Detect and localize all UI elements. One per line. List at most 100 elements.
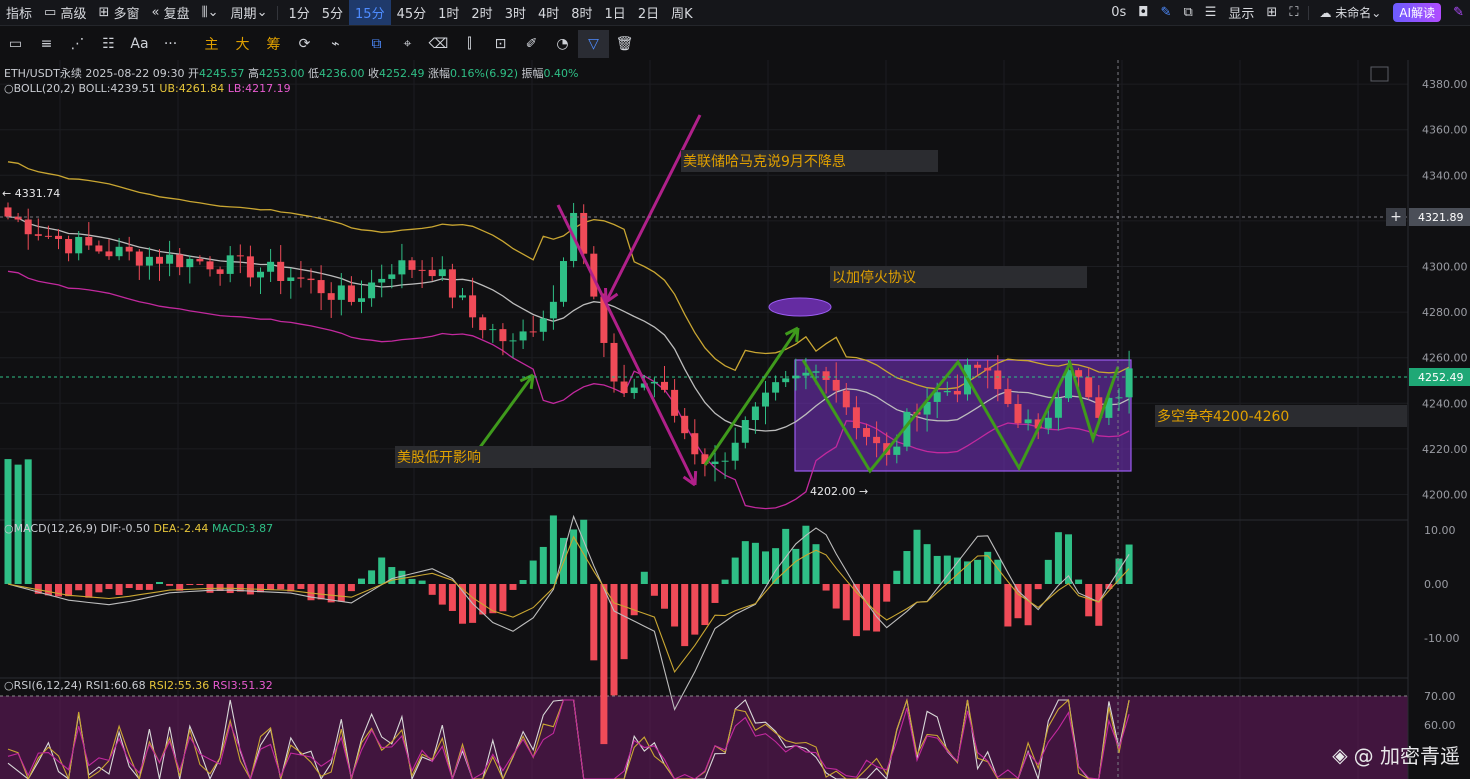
large-order-button[interactable]: 大 [227,30,258,58]
boll-lb-value: LB:4217.19 [227,82,291,95]
multi-window-button[interactable]: ⊞ 多窗 [92,0,145,25]
macd-info: ○MACD(12,26,9) DIF:-0.50 DEA:-2.44 MACD:… [4,522,273,535]
trash-icon[interactable]: 🗑 [609,30,640,58]
channel-tool-icon[interactable]: ☷ [93,30,124,58]
candle-body [832,379,840,391]
display-button[interactable]: 显示 [1222,0,1260,25]
candle-body [95,245,103,252]
candle-body [772,382,780,393]
rsi-toggle-icon[interactable]: ○ [4,679,14,692]
ruler-tool-icon[interactable]: ⌖ [392,30,423,58]
chart-area[interactable]: 4380.004360.004340.004320.004300.004280.… [0,60,1470,779]
macd-bar [832,584,840,609]
macd-bar [509,584,517,590]
brush-tool-icon[interactable]: ⌁ [320,30,351,58]
period-1d[interactable]: 1日 [599,0,632,25]
layout-grid-icon[interactable]: ⊞ [1260,0,1283,25]
price-tick: 4240.00 [1422,397,1468,410]
period-dropdown[interactable]: 周期 ⌄ [225,0,274,25]
divider [277,5,279,20]
camera-icon[interactable]: ◘ [1132,0,1154,25]
candle-body [398,260,406,275]
candle-body [852,407,860,429]
macd-toggle-icon[interactable]: ○ [4,522,14,535]
macd-bar [166,584,174,586]
popout-icon[interactable]: ⧉ [1177,0,1198,25]
ai-interpret-button[interactable]: AI解读 [1393,3,1442,22]
bar-pattern-tool-icon[interactable]: ⫿ [454,30,485,58]
advanced-button[interactable]: ▭ 高级 [38,0,92,25]
boll-value: BOLL:4239.51 [78,82,156,95]
chart-type-button[interactable]: ⫼ ⌄ [196,0,225,25]
macd-bar [418,580,426,584]
refresh-tool-icon[interactable]: ⟳ [289,30,320,58]
magenta-arrow-down [556,204,697,486]
candle-body [822,371,830,380]
magnet-tool-icon[interactable]: ◔ [547,30,578,58]
candle-body [368,282,376,299]
rsi-name: RSI(6,12,24) [13,679,83,692]
period-1h[interactable]: 1时 [432,0,465,25]
low-marker: 4202.00 → [810,485,868,498]
change-label: 涨幅 [428,67,450,80]
macd-bar [378,557,386,584]
period-15m[interactable]: 15分 [349,0,391,25]
candle-body [378,278,386,283]
pencil-icon[interactable]: ✎ [1155,0,1178,25]
lock-tool-icon[interactable]: ⊡ [485,30,516,58]
period-1m[interactable]: 1分 [282,0,315,25]
rectangle-tool-icon[interactable]: ▭ [0,30,31,58]
boll-toggle-icon[interactable]: ○ [4,82,14,95]
note-tool-icon[interactable]: ✐ [516,30,547,58]
high-marker: ← 4331.74 [2,187,60,200]
period-2d[interactable]: 2日 [632,0,665,25]
period-2h[interactable]: 2时 [465,0,498,25]
indicator-label: 指标 [6,7,33,22]
candle-body [650,381,658,384]
rewind-icon: « [151,5,160,20]
replay-button[interactable]: « 复盘 [146,0,196,25]
annotation-ceasefire: 以加停火协议 [832,269,916,286]
period-1w[interactable]: 周K [665,0,699,25]
top-bar: 指标 ▭ 高级 ⊞ 多窗 « 复盘 ⫼ ⌄ 周期 ⌄ 1分 5分 15分 45分 1… [0,0,1470,26]
macd-bar [610,584,618,696]
edit-icon[interactable]: ✎ [1447,0,1470,25]
low-marker-value: 4202.00 [810,485,856,498]
lines-tool-icon[interactable]: ≡ [31,30,62,58]
macd-bar [1034,584,1042,590]
settings-sliders-icon[interactable]: ☰ [1199,0,1223,25]
candle-body [297,277,305,279]
candle-body [560,261,567,302]
period-5m[interactable]: 5分 [316,0,349,25]
period-4h[interactable]: 4时 [532,0,565,25]
period-8h[interactable]: 8时 [565,0,598,25]
candle-body [1075,370,1083,378]
grid-icon: ⊞ [98,5,110,20]
macd-bar [741,541,749,584]
amplitude-value: 0.40% [543,67,579,80]
fullscreen-icon[interactable]: ⛶ [1283,0,1304,25]
eraser-tool-icon[interactable]: ⌫ [423,30,454,58]
text-tool-icon[interactable]: Aa [124,30,155,58]
macd-bar [751,542,759,584]
macd-bar [358,578,365,584]
filter-tool-icon[interactable]: ▽ [578,30,609,58]
copy-tool-icon[interactable]: ⧉ [361,30,392,58]
candle-body [751,406,759,421]
candle-body [943,390,951,393]
chip-distribution-button[interactable]: 筹 [258,30,289,58]
period-3h[interactable]: 3时 [499,0,532,25]
macd-bar [1125,544,1133,584]
more-tools-icon[interactable]: ··· [155,30,186,58]
main-indicator-button[interactable]: 主 [196,30,227,58]
expand-pane-icon[interactable] [1370,66,1389,82]
boll-ub-value: UB:4261.84 [159,82,225,95]
cloud-save-button[interactable]: ☁ 未命名 ⌄ [1313,0,1387,25]
candle-body [489,329,497,331]
fib-tool-icon[interactable]: ⋰ [62,30,93,58]
macd-bar [156,581,163,584]
price-tick: 4200.00 [1422,489,1468,502]
indicator-button[interactable]: 指标 [0,0,38,25]
period-45m[interactable]: 45分 [391,0,433,25]
rsi-tick: 70.00 [1424,690,1456,703]
